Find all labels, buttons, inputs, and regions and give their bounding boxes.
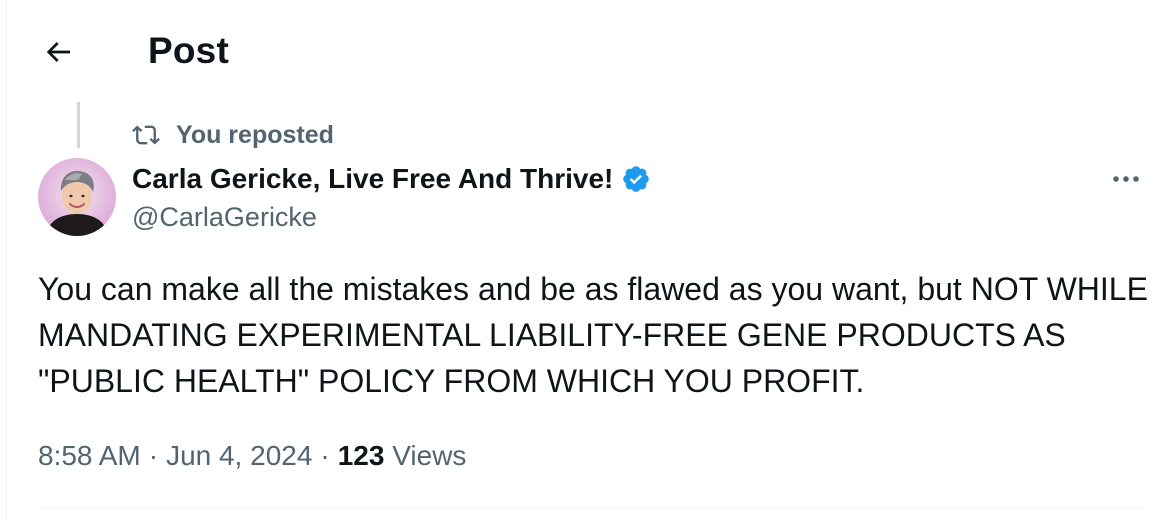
repost-indicator: You reposted xyxy=(132,118,334,152)
back-button[interactable] xyxy=(30,26,86,78)
profile-photo xyxy=(38,158,116,236)
repost-icon xyxy=(132,125,160,145)
post-text: You can make all the mistakes and be as … xyxy=(38,271,1148,399)
author-handle[interactable]: @CarlaGericke xyxy=(132,200,317,234)
page-header: Post xyxy=(0,0,1170,104)
views-count: 123 xyxy=(337,440,385,471)
author-name-row: Carla Gericke, Live Free And Thrive! xyxy=(132,160,651,198)
page-title: Post xyxy=(148,30,229,71)
avatar[interactable] xyxy=(38,158,116,236)
thread-connector-line xyxy=(77,102,80,148)
divider xyxy=(38,508,1144,509)
views-label: Views xyxy=(392,440,467,471)
post-date[interactable]: Jun 4, 2024 xyxy=(166,440,312,472)
author-name[interactable]: Carla Gericke, Live Free And Thrive! xyxy=(132,163,613,195)
post-time[interactable]: 8:58 AM xyxy=(38,440,141,472)
post-metadata: 8:58 AM · Jun 4, 2024 · 123 Views xyxy=(38,436,466,476)
more-options-button[interactable] xyxy=(1102,160,1150,198)
meta-separator: · xyxy=(148,440,159,471)
repost-label: You reposted xyxy=(176,120,334,149)
arrow-left-icon xyxy=(46,42,70,62)
more-horizontal-icon xyxy=(1113,176,1139,182)
meta-separator: · xyxy=(320,440,330,471)
verified-badge-icon[interactable] xyxy=(621,164,651,194)
